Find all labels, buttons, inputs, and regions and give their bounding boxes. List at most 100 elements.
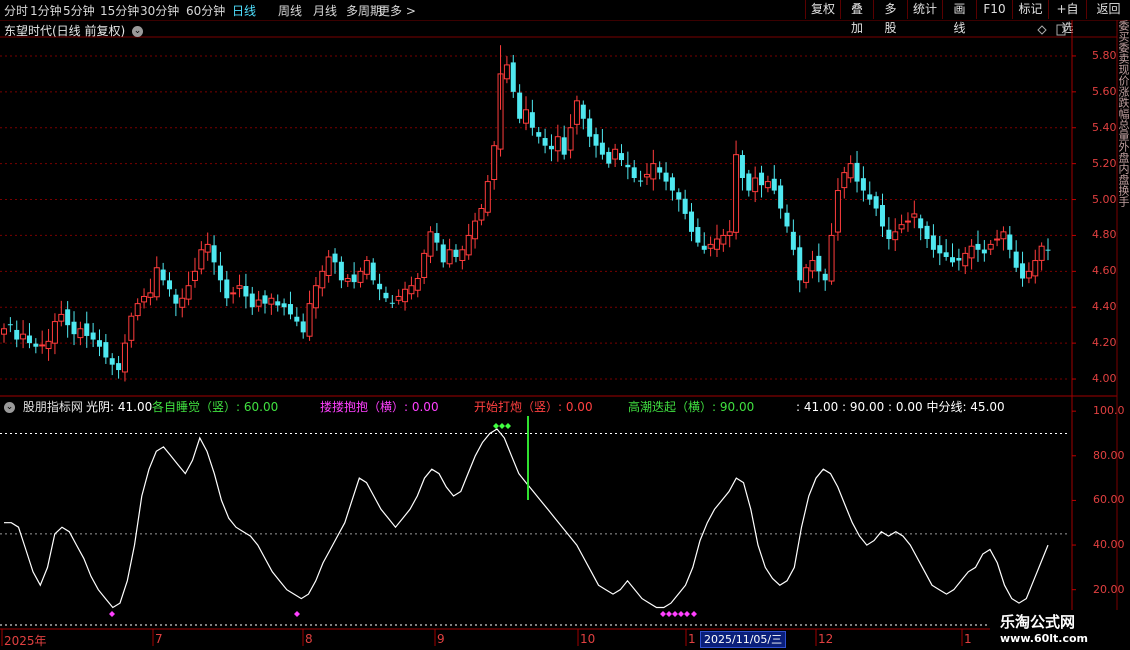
date-label-4: 10	[580, 632, 596, 646]
candle-body	[351, 274, 357, 283]
candle-body	[828, 234, 835, 282]
candle-body	[713, 238, 720, 250]
signal-diamond-magenta	[294, 611, 300, 617]
price-tick-8: 4.20	[1092, 336, 1117, 350]
diamond-icon	[1037, 25, 1047, 35]
stock-title[interactable]: 东望时代(日线 前复权) ⌄	[4, 22, 144, 39]
side-info-strip: 委买委卖现价涨跌幅总量外盘内盘换手	[1118, 20, 1130, 207]
price-tick-1: 5.60	[1092, 84, 1117, 98]
candle-body	[116, 363, 122, 371]
indicator-tick-1: 80.00	[1093, 448, 1125, 462]
candle-body	[968, 245, 975, 259]
candle-body	[255, 299, 262, 307]
indicator-tick-3: 40.00	[1093, 538, 1125, 552]
candle-body	[797, 247, 803, 281]
candle-body	[503, 64, 510, 80]
indicator-tick-2: 60.00	[1093, 493, 1125, 507]
candlesticks	[1, 45, 1051, 382]
candle-body	[1, 328, 7, 335]
candle-body	[179, 297, 186, 308]
price-chart[interactable]	[0, 0, 1130, 650]
candle-body	[414, 278, 421, 291]
candle-body	[262, 295, 268, 304]
candle-body	[363, 260, 370, 275]
indicator-item-1: 各自睡觉（竖）: 60.00	[152, 400, 279, 414]
candle-body	[548, 145, 554, 150]
candle-body	[510, 62, 516, 92]
candle-body	[689, 211, 695, 232]
candle-body	[185, 285, 192, 300]
candle-body	[20, 333, 27, 340]
candle-body	[287, 304, 293, 315]
candle-body	[937, 245, 943, 254]
candle-body	[599, 142, 605, 155]
date-label-6: 12	[818, 632, 834, 646]
candle-body	[573, 100, 580, 125]
candle-body	[1007, 234, 1013, 250]
candle-body	[962, 252, 969, 267]
candle-body	[370, 262, 376, 281]
candle-body	[778, 185, 784, 209]
candle-body	[109, 358, 115, 365]
candle-body	[71, 321, 77, 335]
candle-body	[484, 181, 491, 213]
candle-body	[663, 172, 669, 182]
candle-body	[790, 231, 796, 250]
candle-body	[561, 137, 567, 155]
candle-body	[33, 343, 39, 347]
candle-body	[892, 231, 899, 241]
candle-body	[268, 297, 275, 305]
candle-body	[580, 104, 586, 119]
candle-body	[618, 153, 624, 161]
candle-body	[587, 118, 593, 137]
candle-body	[847, 163, 854, 179]
candle-body	[224, 279, 230, 299]
candle-body	[236, 285, 243, 289]
indicator-item-0: 光阴: 41.00	[86, 400, 153, 414]
candle-body	[51, 321, 58, 344]
panel-icon	[1056, 24, 1066, 36]
candle-body	[465, 234, 472, 256]
price-tick-0: 5.80	[1092, 48, 1117, 62]
candle-body	[58, 313, 65, 322]
candle-body	[726, 231, 733, 236]
candle-body	[771, 178, 777, 191]
candle-body	[994, 238, 1001, 241]
candle-body	[306, 303, 313, 337]
candle-body	[867, 194, 873, 200]
candle-body	[300, 321, 306, 333]
candle-body	[625, 164, 631, 168]
candle-body	[669, 177, 675, 191]
candle-body	[459, 249, 466, 261]
candle-body	[822, 273, 828, 281]
chevron-down-icon[interactable]: ⌄	[4, 402, 15, 413]
candle-body	[377, 283, 383, 290]
candle-body	[332, 253, 338, 263]
candle-body	[879, 205, 885, 227]
candle-body	[873, 196, 879, 209]
date-label-1: 7	[155, 632, 163, 646]
candle-body	[128, 315, 135, 341]
candle-body	[121, 342, 128, 373]
candle-body	[7, 324, 13, 326]
candle-body	[26, 335, 32, 344]
candle-body	[96, 340, 102, 347]
signal-diamond-magenta	[666, 611, 672, 617]
candle-body	[281, 303, 287, 308]
price-tick-5: 4.80	[1092, 228, 1117, 242]
indicator-markers	[109, 24, 1066, 617]
watermark-url: www.60lt.com	[1000, 632, 1089, 645]
candle-body	[695, 227, 701, 243]
signal-diamond-magenta	[109, 611, 115, 617]
candle-body	[1000, 231, 1007, 240]
indicator-legend: ⌄ 股朋指标网 光阴: 41.00 各自睡觉（竖）: 60.00 搂搂抱抱（横）: …	[4, 398, 1005, 415]
signal-diamond-green	[505, 423, 511, 429]
candle-body	[816, 255, 822, 272]
candle-body	[657, 167, 663, 173]
candle-body	[682, 198, 688, 214]
candle-body	[191, 270, 198, 281]
chevron-down-icon[interactable]: ⌄	[132, 26, 144, 37]
candle-body	[987, 243, 994, 250]
candle-body	[402, 288, 409, 303]
candle-body	[739, 155, 745, 178]
